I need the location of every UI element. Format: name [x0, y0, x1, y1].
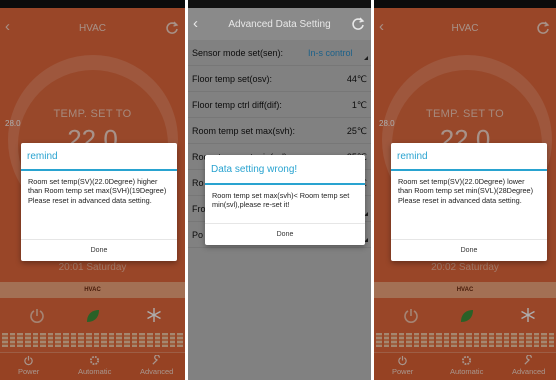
dialog-title: remind	[21, 143, 177, 171]
advanced-settings-screen: ‹ Advanced Data Setting Sensor mode set(…	[188, 0, 371, 380]
page-title: Advanced Data Setting	[228, 18, 331, 30]
status-bar	[188, 0, 371, 8]
dialog-title: remind	[391, 143, 547, 171]
screenshot-stage: ‹ HVAC TEMP. SET TO 22.0 28.0 20:01 Satu…	[0, 0, 556, 380]
done-button[interactable]: Done	[391, 239, 547, 261]
dialog-message: Room set temp(SV)(22.0Degree) lower than…	[398, 177, 534, 205]
done-button[interactable]: Done	[21, 239, 177, 261]
chevron-left-icon[interactable]: ‹	[193, 16, 198, 31]
remind-dialog: remind Room set temp(SV)(22.0Degree) low…	[391, 143, 547, 261]
data-error-dialog: Data setting wrong! Room temp set max(sv…	[205, 155, 365, 245]
hvac-screen-2: ‹ HVAC TEMP. SET TO 22.0 28.0 20:02 Satu…	[374, 0, 556, 380]
refresh-icon[interactable]	[351, 17, 365, 31]
remind-dialog: remind Room set temp(SV)(22.0Degree) hig…	[21, 143, 177, 261]
dialog-message: Room set temp(SV)(22.0Degree) higher tha…	[28, 177, 167, 205]
top-bar: ‹ Advanced Data Setting	[188, 8, 371, 40]
dialog-title: Data setting wrong!	[205, 155, 365, 185]
dialog-message: Room temp set max(svh)< Room temp set mi…	[212, 191, 350, 210]
hvac-screen-1: ‹ HVAC TEMP. SET TO 22.0 28.0 20:01 Satu…	[0, 0, 185, 380]
done-button[interactable]: Done	[205, 223, 365, 245]
